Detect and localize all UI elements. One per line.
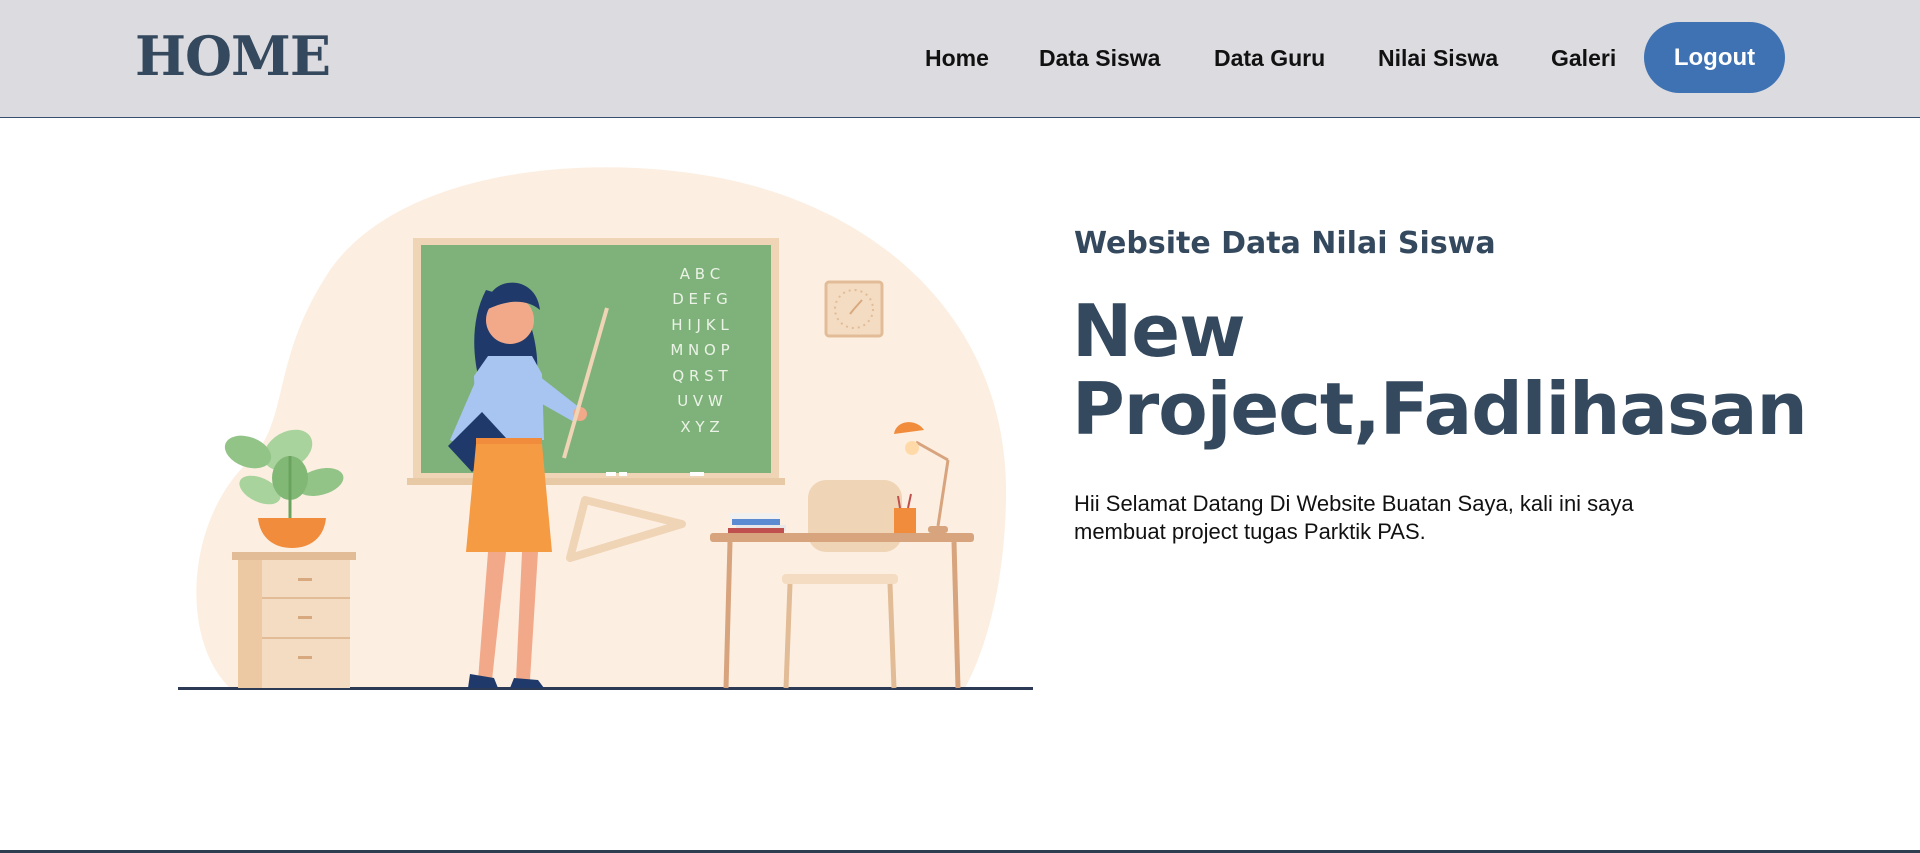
board-letters-row-2: D E F G [672, 290, 728, 308]
nav-nilai-siswa[interactable]: Nilai Siswa [1378, 44, 1498, 72]
nav-data-guru[interactable]: Data Guru [1214, 44, 1325, 72]
site-logo[interactable]: HOME [135, 22, 331, 90]
nav-home[interactable]: Home [925, 44, 989, 72]
hero-subtitle: Website Data Nilai Siswa [1074, 226, 1496, 261]
hero-description: Hii Selamat Datang Di Website Buatan Say… [1074, 491, 1634, 544]
chalkboard-ledge [407, 478, 785, 485]
hero-title: New Project,Fadlihasan [1072, 289, 1808, 451]
nav-galeri[interactable]: Galeri [1551, 44, 1616, 72]
logout-button[interactable]: Logout [1644, 22, 1785, 93]
navbar: HOME Home Data Siswa Data Guru Nilai Sis… [0, 0, 1920, 118]
board-letters-row-7: X Y Z [680, 418, 719, 436]
board-letters-row-5: Q R S T [672, 367, 728, 385]
board-letters-row-6: U V W [677, 392, 723, 410]
teacher-illustration: A B C D E F G H I J K L M N O P Q R S T … [178, 167, 1033, 690]
hero-title-line-2: Project,Fadlihasan [1072, 367, 1808, 451]
clock-icon [824, 280, 884, 338]
cabinet [232, 552, 356, 688]
nav-data-siswa[interactable]: Data Siswa [1039, 44, 1160, 72]
board-letters-row-3: H I J K L [671, 316, 729, 334]
hero-title-line-1: New [1072, 289, 1246, 373]
board-letters-row-1: A B C [680, 265, 721, 283]
board-letters-row-4: M N O P [670, 341, 729, 359]
